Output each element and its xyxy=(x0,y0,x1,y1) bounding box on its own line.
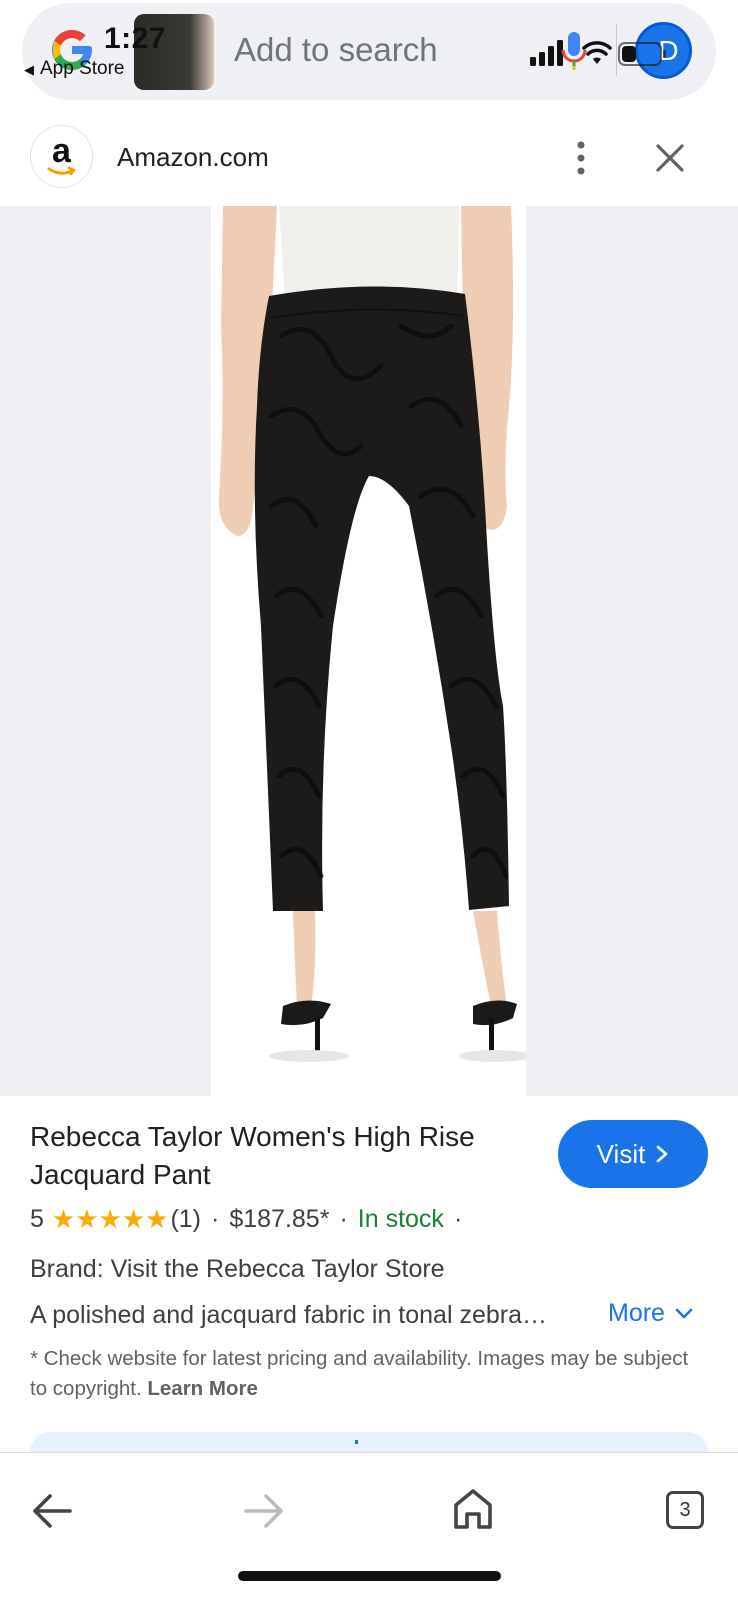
status-time: 1:27 xyxy=(104,22,167,55)
wifi-icon xyxy=(582,41,612,64)
amazon-smile-icon xyxy=(47,166,76,176)
product-title[interactable]: Rebecca Taylor Women's High Rise Jacquar… xyxy=(30,1118,540,1194)
rating-row: 5 ★★★★★ (1) · $187.85* · In stock · xyxy=(30,1204,472,1235)
disclaimer-text: * Check website for latest pricing and a… xyxy=(30,1347,689,1400)
kebab-menu-icon[interactable] xyxy=(566,140,596,176)
visit-label: Visit xyxy=(596,1138,646,1169)
battery-icon xyxy=(618,42,666,66)
separator-dot: · xyxy=(211,1205,220,1233)
back-arrow-icon[interactable] xyxy=(30,1491,74,1531)
tabs-icon[interactable]: 3 xyxy=(666,1491,704,1529)
brand-line: Brand: Visit the Rebecca Taylor Store xyxy=(30,1255,445,1283)
chevron-down-icon xyxy=(675,1308,693,1318)
close-icon[interactable] xyxy=(652,140,688,176)
more-label: More xyxy=(608,1299,665,1327)
tab-count: 3 xyxy=(679,1498,691,1521)
rating-stars: ★★★★★ xyxy=(51,1204,169,1234)
amazon-logo-icon: a xyxy=(30,125,93,188)
product-description: A polished and jacquard fabric in tonal … xyxy=(30,1301,547,1329)
back-app-label: App Store xyxy=(40,58,125,79)
forward-arrow-icon[interactable] xyxy=(242,1491,286,1531)
more-button[interactable]: More xyxy=(608,1299,693,1328)
home-icon[interactable] xyxy=(452,1487,494,1531)
learn-more-link[interactable]: Learn More xyxy=(147,1377,258,1400)
pants-illustration xyxy=(211,206,526,1096)
site-name[interactable]: Amazon.com xyxy=(117,142,269,173)
disclaimer: * Check website for latest pricing and a… xyxy=(30,1344,710,1404)
search-divider xyxy=(616,24,617,76)
stock-status: In stock xyxy=(357,1205,444,1233)
review-count[interactable]: (1) xyxy=(170,1205,201,1234)
product-image-area xyxy=(0,206,738,1096)
separator-dot: · xyxy=(453,1205,463,1233)
product-photo[interactable] xyxy=(211,206,526,1096)
rating-value: 5 xyxy=(30,1205,44,1233)
separator-dot: · xyxy=(339,1205,348,1233)
back-to-app-link[interactable]: ◀ App Store xyxy=(24,58,125,80)
peek-marker xyxy=(355,1440,358,1444)
search-input[interactable]: Add to search xyxy=(234,31,438,69)
bottom-nav: 3 xyxy=(0,1452,738,1600)
price: $187.85* xyxy=(229,1205,330,1233)
home-indicator[interactable] xyxy=(238,1571,501,1581)
back-triangle-icon: ◀ xyxy=(24,62,34,77)
chevron-right-icon xyxy=(657,1145,668,1163)
visit-button[interactable]: Visit xyxy=(558,1120,708,1188)
site-header: a Amazon.com xyxy=(0,110,738,206)
